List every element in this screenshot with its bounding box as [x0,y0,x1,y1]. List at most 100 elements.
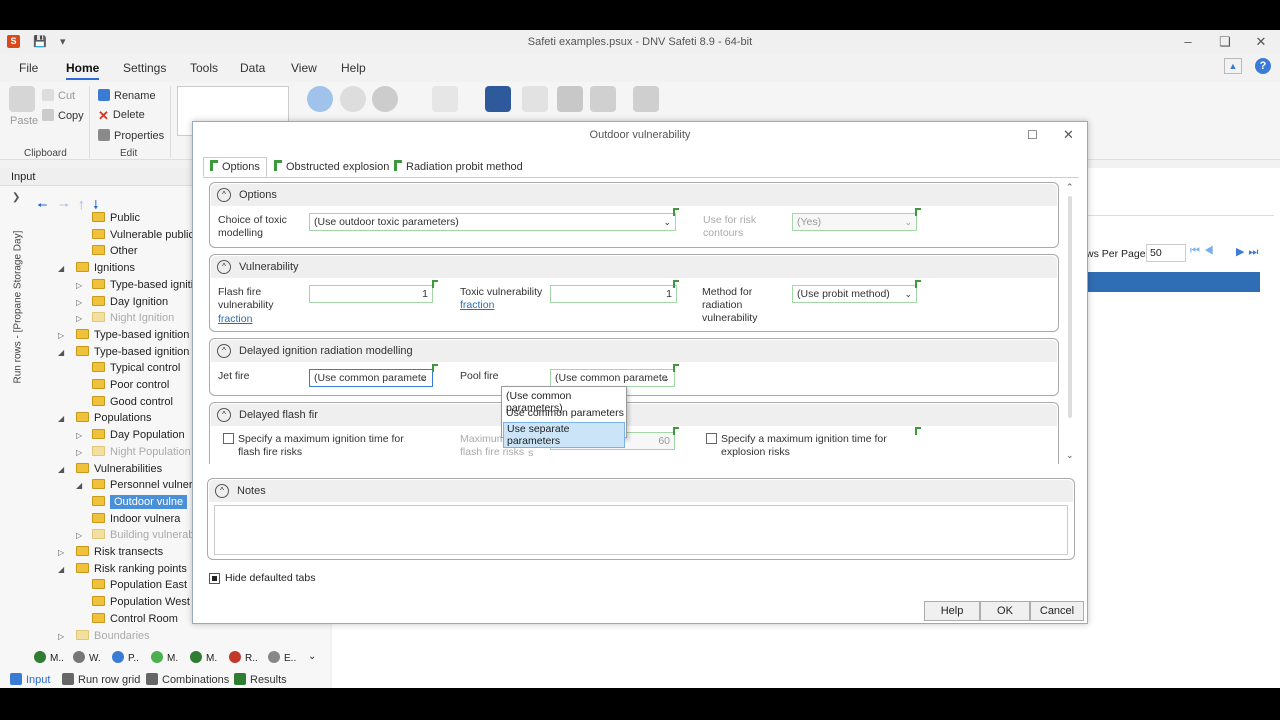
rows-per-page-input[interactable]: 50 [1146,244,1186,262]
tree-item[interactable]: Typical control [92,362,180,374]
model-icon-button[interactable]: M. [151,651,178,664]
bottom-tab[interactable]: Combinations [146,673,229,686]
model-icon-button[interactable]: P.. [112,651,139,664]
maximize-button[interactable]: ❏ [1210,32,1240,52]
hide-defaulted-tabs-checkbox[interactable] [209,573,220,584]
tree-item[interactable]: Night Ignition [92,312,174,324]
minimize-button[interactable]: – [1173,32,1203,52]
help-icon[interactable]: ? [1255,58,1271,74]
collapse-icon[interactable]: ^ [217,344,231,358]
toxic-vulnerability-input[interactable]: 1 [550,285,677,303]
model-icon-button[interactable]: E.. [268,651,296,664]
dialog-close-button[interactable]: ✕ [1063,127,1074,143]
scroll-down-icon[interactable]: ⌄ [1066,450,1074,461]
dropdown-option-highlighted[interactable]: Use separate parameters [503,422,625,448]
collapsed-arrow-icon[interactable]: ▷ [76,314,82,323]
jet-fire-select[interactable]: (Use common paramete ⌄ [309,369,433,387]
tree-item[interactable]: Population West [92,596,190,608]
model-icon-button[interactable]: M.. [34,651,64,664]
expanded-arrow-icon[interactable]: ◢ [58,465,64,474]
menu-view[interactable]: View [291,61,317,75]
notes-textarea[interactable] [214,505,1068,555]
bottom-tab[interactable]: Run row grid [62,673,140,686]
tree-item[interactable]: Type-based igniti [92,278,193,291]
expand-chevron-icon[interactable]: ❯ [12,192,20,203]
expanded-arrow-icon[interactable]: ◢ [58,348,64,357]
paste-button[interactable]: Paste [10,115,38,127]
tree-item[interactable]: Population East [92,579,187,591]
dialog-maximize-button[interactable]: ☐ [1027,128,1038,142]
tree-item[interactable]: Good control [92,395,173,408]
expanded-arrow-icon[interactable]: ◢ [76,481,82,490]
help-button[interactable]: Help [924,601,980,621]
flash-fire-unit-link[interactable]: fraction [218,313,252,326]
collapse-icon[interactable]: ^ [217,408,231,422]
delete-button[interactable]: ✕ Delete [98,109,145,123]
collapsed-arrow-icon[interactable]: ▷ [76,448,82,457]
cancel-button[interactable]: Cancel [1030,601,1084,621]
menu-help[interactable]: Help [341,61,366,75]
tree-item[interactable]: Outdoor vulne [92,494,188,509]
tree-item[interactable]: Boundaries [76,629,150,642]
menu-home[interactable]: Home [66,61,100,80]
grid-selected-row[interactable] [1088,272,1260,292]
chevron-down-icon[interactable]: ⌄ [308,651,316,662]
properties-button[interactable]: Properties [98,129,164,142]
pager-first-prev-icons[interactable]: ⏮◀ [1190,245,1218,258]
copy-button[interactable]: Copy [42,109,84,122]
scroll-up-icon[interactable]: ⌃ [1066,182,1074,193]
collapsed-arrow-icon[interactable]: ▷ [58,331,64,340]
toxic-modelling-select[interactable]: (Use outdoor toxic parameters) ⌄ [309,213,676,231]
options-scrollbar[interactable]: ⌃ ⌄ [1066,182,1076,464]
tree-item[interactable]: Other [92,245,138,257]
tree-item[interactable]: Public [92,212,140,224]
flash-max-time-checkbox[interactable] [223,433,234,444]
dropdown-option[interactable]: Use common parameters [506,407,624,419]
expanded-arrow-icon[interactable]: ◢ [58,565,64,574]
tree-item[interactable]: Day Ignition [92,295,168,308]
toxic-unit-link[interactable]: fraction [460,299,494,312]
collapsed-arrow-icon[interactable]: ▷ [76,431,82,440]
tree-item[interactable]: Indoor vulnera [92,512,180,525]
collapse-ribbon-icon[interactable]: ▲ [1224,58,1242,74]
model-icon-button[interactable]: W. [73,651,101,664]
back-arrow-icon[interactable]: 🠔 [37,198,48,212]
tree-item[interactable]: Vulnerable public [92,228,194,241]
tree-item[interactable]: Ignitions [76,262,135,274]
collapsed-arrow-icon[interactable]: ▷ [58,632,64,641]
pager-next-last-icons[interactable]: ▶⏭ [1236,245,1262,259]
tab-options[interactable]: Options [203,157,267,177]
collapse-icon[interactable]: ^ [215,484,229,498]
tab-obstructed-explosion[interactable]: Obstructed explosion [267,157,396,177]
tab-radiation-probit[interactable]: Radiation probit method [387,157,530,177]
tree-item[interactable]: Risk transects [76,546,163,558]
menu-tools[interactable]: Tools [190,61,218,75]
tree-item[interactable]: Personnel vulnerab [92,479,205,491]
risk-contours-select[interactable]: (Yes) ⌄ [792,213,917,231]
tree-item[interactable]: Populations [76,412,152,424]
collapsed-arrow-icon[interactable]: ▷ [58,548,64,557]
tree-item[interactable]: Building vulnerabi [92,529,197,541]
pool-fire-select[interactable]: (Use common paramete ⌄ [550,369,675,387]
tree-item[interactable]: Type-based ignition g [76,328,199,341]
model-icon-button[interactable]: R.. [229,651,258,664]
scroll-thumb[interactable] [1068,196,1072,418]
tree-item[interactable]: Poor control [92,379,169,391]
collapse-icon[interactable]: ^ [217,188,231,202]
radiation-method-select[interactable]: (Use probit method) ⌄ [792,285,917,303]
cut-button[interactable]: Cut [42,89,75,102]
rename-button[interactable]: Rename [98,89,156,102]
tree-item[interactable]: Type-based ignition ta [76,345,202,358]
expanded-arrow-icon[interactable]: ◢ [58,264,64,273]
menu-data[interactable]: Data [240,61,265,75]
flash-fire-input[interactable]: 1 [309,285,433,303]
tree-item[interactable]: Risk ranking points [76,562,187,575]
explosion-max-time-checkbox[interactable] [706,433,717,444]
tree-item[interactable]: Day Population [92,429,185,441]
up-arrow-icon[interactable]: 🠕 [79,198,84,212]
collapsed-arrow-icon[interactable]: ▷ [76,531,82,540]
expanded-arrow-icon[interactable]: ◢ [58,414,64,423]
collapsed-arrow-icon[interactable]: ▷ [76,298,82,307]
model-icon-button[interactable]: M. [190,651,217,664]
forward-arrow-icon[interactable]: 🠖 [59,198,70,212]
